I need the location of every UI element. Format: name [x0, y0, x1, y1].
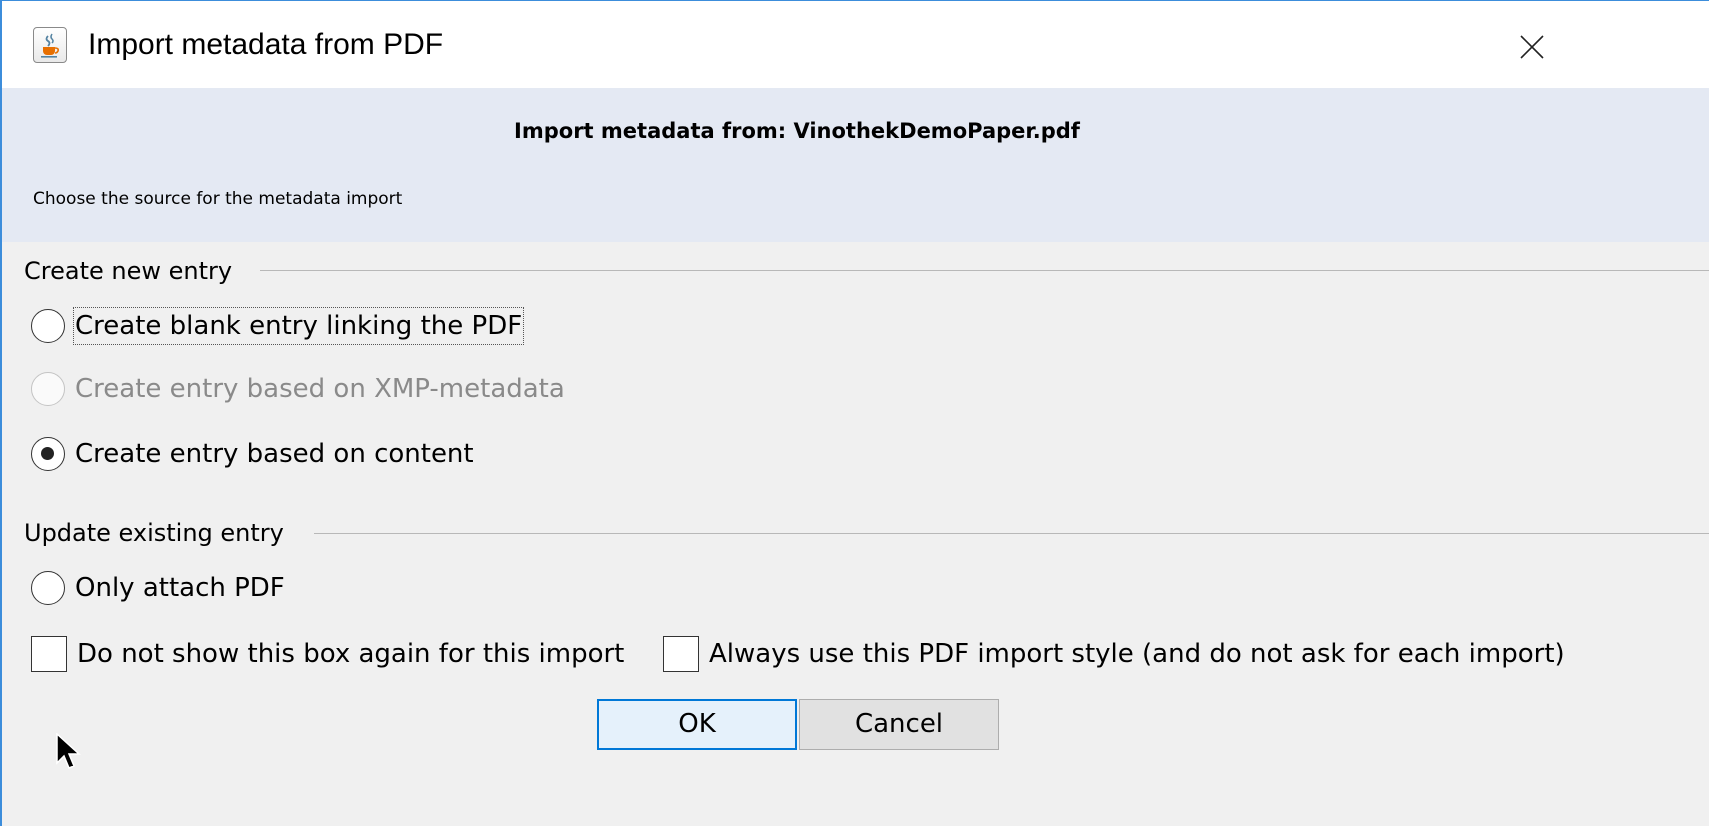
window-title: Import metadata from PDF	[88, 28, 444, 61]
update-group-divider	[314, 533, 1709, 534]
ok-button[interactable]: OK	[597, 699, 797, 750]
radio-label: Create entry based on content	[75, 439, 474, 469]
dialog-window: Import metadata from PDF Import metadata…	[0, 0, 1709, 826]
checkbox-box[interactable]	[31, 636, 67, 672]
dialog-header	[2, 88, 1709, 242]
checkbox-label: Always use this PDF import style (and do…	[709, 639, 1565, 669]
title-bar[interactable]: Import metadata from PDF	[2, 1, 1709, 88]
java-cup-icon	[33, 27, 67, 63]
create-group-divider	[260, 270, 1709, 271]
update-group-title: Update existing entry	[24, 519, 284, 547]
radio-circle[interactable]	[31, 437, 65, 471]
radio-circle[interactable]	[31, 309, 65, 343]
radio-circle[interactable]	[31, 571, 65, 605]
radio-circle	[31, 372, 65, 406]
radio-selected-dot	[41, 447, 54, 460]
header-subtitle: Choose the source for the metadata impor…	[33, 189, 403, 209]
header-title: Import metadata from: VinothekDemoPaper.…	[514, 119, 1080, 143]
radio-label: Only attach PDF	[75, 573, 285, 603]
mouse-cursor-icon	[56, 733, 81, 769]
checkbox-box[interactable]	[663, 636, 699, 672]
close-button[interactable]	[1502, 19, 1562, 75]
checkbox-label: Do not show this box again for this impo…	[77, 639, 625, 669]
close-icon	[1520, 35, 1544, 59]
radio-label: Create entry based on XMP-metadata	[75, 374, 565, 404]
cancel-button[interactable]: Cancel	[799, 699, 999, 750]
create-group-title: Create new entry	[24, 257, 233, 285]
radio-label: Create blank entry linking the PDF	[72, 307, 525, 345]
